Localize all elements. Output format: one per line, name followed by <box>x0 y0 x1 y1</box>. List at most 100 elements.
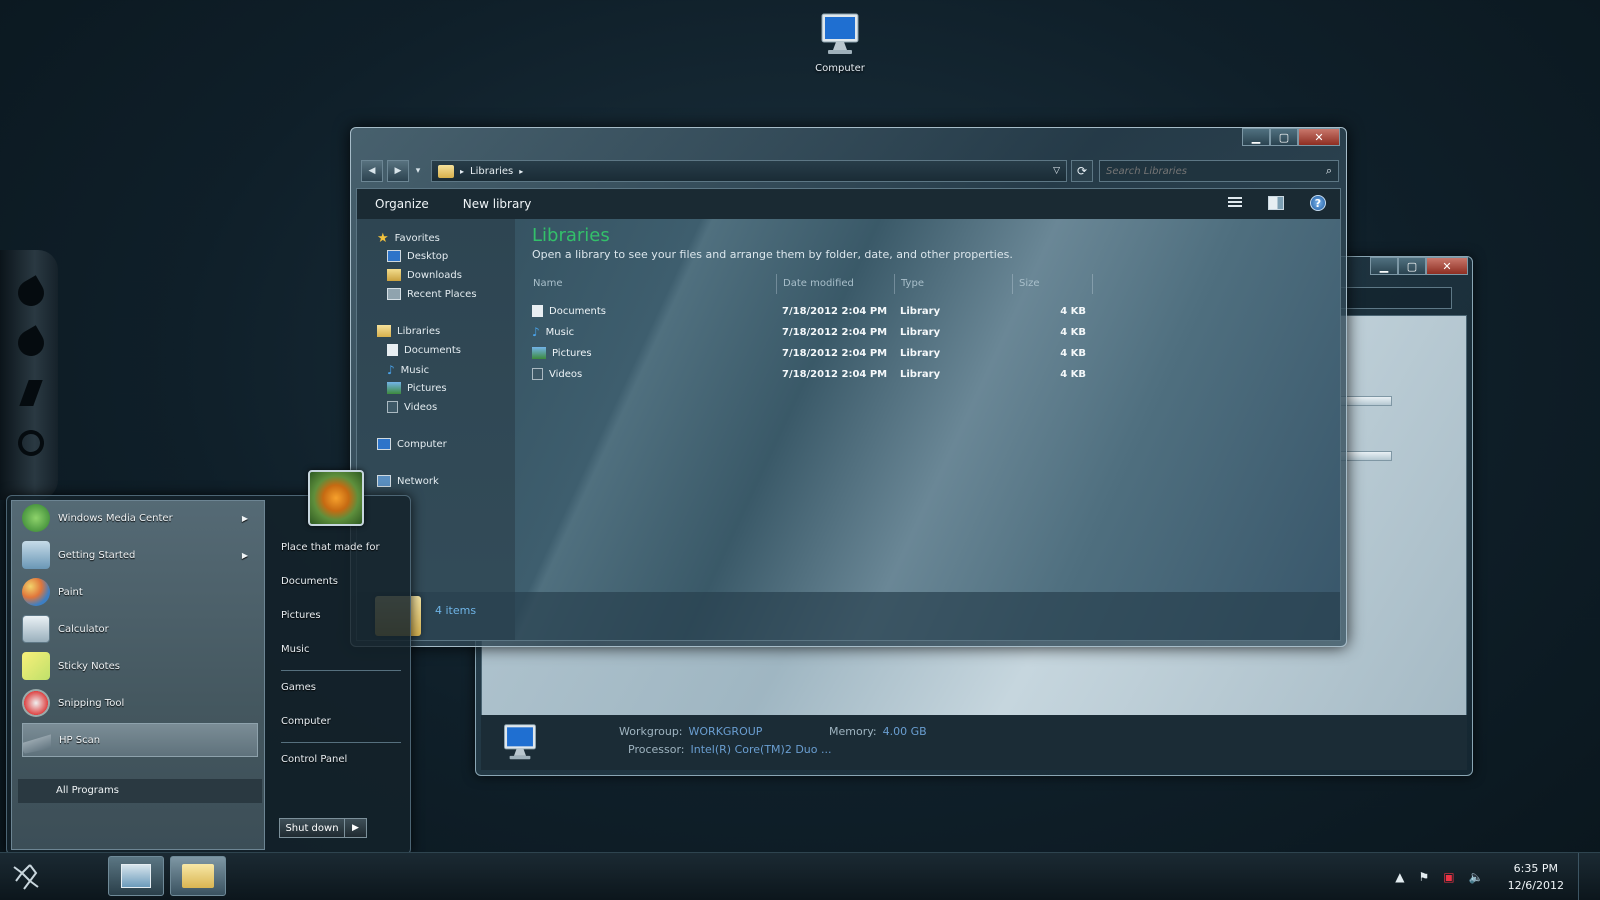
change-view-icon[interactable] <box>1228 197 1242 209</box>
close-button[interactable]: ✕ <box>1298 128 1340 146</box>
file-row[interactable]: Documents 7/18/2012 2:04 PM Library 4 KB <box>532 302 1086 320</box>
nav-documents[interactable]: Documents <box>387 344 461 356</box>
program-paint[interactable]: Paint <box>22 575 258 609</box>
system-tray: ▲ ⚑ ▣ 🔈 6:35 PM 12/6/2012 <box>1395 853 1600 900</box>
place-documents[interactable]: Documents <box>281 576 338 587</box>
organize-button[interactable]: Organize <box>375 197 429 211</box>
taskbar-explorer[interactable] <box>170 856 226 896</box>
breadcrumb-libraries[interactable]: Libraries <box>470 166 513 177</box>
explorer-folder-icon <box>182 864 214 888</box>
start-orb-icon[interactable] <box>8 859 44 895</box>
address-dropdown-icon[interactable]: ▽ <box>1053 166 1060 176</box>
nav-favorites-label: Favorites <box>394 233 440 244</box>
nav-pictures[interactable]: Pictures <box>387 382 447 394</box>
minimize-button[interactable]: ▁ <box>1242 128 1270 146</box>
search-icon[interactable]: ⌕ <box>1326 164 1332 178</box>
submenu-arrow-icon: ▶ <box>241 550 248 560</box>
maximize-button[interactable]: ▢ <box>1270 128 1298 146</box>
downloads-icon <box>387 269 401 281</box>
workgroup-value: WORKGROUP <box>688 725 763 738</box>
place-control-panel[interactable]: Control Panel <box>281 754 347 765</box>
breadcrumb-separator-icon: ▸ <box>460 166 465 176</box>
file-type: Library <box>900 326 941 338</box>
show-hidden-icons-icon[interactable]: ▲ <box>1395 870 1404 884</box>
nav-videos[interactable]: Videos <box>387 401 437 413</box>
close-button[interactable]: ✕ <box>1426 257 1468 275</box>
file-row[interactable]: Videos 7/18/2012 2:04 PM Library 4 KB <box>532 365 1086 383</box>
workgroup-info: Workgroup: WORKGROUP <box>619 725 762 738</box>
libraries-folder-icon <box>438 164 454 178</box>
file-row[interactable]: Pictures 7/18/2012 2:04 PM Library 4 KB <box>532 344 1086 362</box>
processor-value: Intel(R) Core(TM)2 Duo ... <box>690 743 832 756</box>
program-snipping-tool[interactable]: Snipping Tool <box>22 686 258 720</box>
sidebar-gadget <box>0 250 58 500</box>
star-icon: ★ <box>377 231 389 246</box>
file-row[interactable]: ♪ Music 7/18/2012 2:04 PM Library 4 KB <box>532 323 1086 341</box>
nav-computer[interactable]: Computer <box>377 438 447 450</box>
minimize-button[interactable]: ▁ <box>1370 257 1398 275</box>
nav-downloads[interactable]: Downloads <box>387 269 462 281</box>
program-calculator[interactable]: Calculator <box>22 612 258 646</box>
volume-icon[interactable]: 🔈 <box>1469 870 1484 884</box>
program-sticky-notes[interactable]: Sticky Notes <box>22 649 258 683</box>
column-type[interactable]: Type <box>895 274 1013 294</box>
start-menu-places: Place that made for Documents Pictures M… <box>269 500 407 850</box>
search-input[interactable] <box>1106 165 1306 177</box>
maximize-button[interactable]: ▢ <box>1398 257 1426 275</box>
program-getting-started[interactable]: Getting Started ▶ <box>22 538 258 572</box>
column-date-modified[interactable]: Date modified <box>777 274 895 294</box>
gadget-ring-icon <box>13 425 49 461</box>
all-programs-button[interactable]: All Programs <box>18 779 262 803</box>
action-center-flag-icon[interactable]: ⚑ <box>1419 870 1430 884</box>
help-icon[interactable]: ? <box>1310 195 1326 211</box>
nav-libraries[interactable]: Libraries <box>377 325 440 337</box>
system-info-bar: Workgroup: WORKGROUP Memory: 4.00 GB Proce… <box>481 715 1467 770</box>
breadcrumb-chevron-icon[interactable]: ▸ <box>519 167 523 176</box>
file-date: 7/18/2012 2:04 PM <box>782 326 888 338</box>
user-avatar[interactable] <box>308 470 364 526</box>
new-library-button[interactable]: New library <box>463 197 532 211</box>
program-hp-scan[interactable]: HP Scan <box>22 723 258 757</box>
nav-desktop[interactable]: Desktop <box>387 250 448 262</box>
nav-network[interactable]: Network <box>377 475 439 487</box>
computer-icon <box>504 724 536 760</box>
program-label: Getting Started <box>58 549 136 561</box>
column-name[interactable]: Name <box>527 274 777 294</box>
back-button[interactable]: ◀ <box>361 160 383 182</box>
window-controls: ▁ ▢ ✕ <box>1242 128 1340 146</box>
shutdown-options-arrow-icon[interactable]: ▶ <box>345 818 367 838</box>
file-size: 4 KB <box>1060 368 1086 380</box>
refresh-button[interactable]: ⟳ <box>1071 160 1093 182</box>
place-computer[interactable]: Computer <box>281 716 331 727</box>
shutdown-button[interactable]: Shut down <box>279 818 345 838</box>
clock[interactable]: 6:35 PM 12/6/2012 <box>1508 860 1564 894</box>
videos-icon <box>532 368 543 380</box>
recent-pages-button[interactable]: ▾ <box>411 160 425 182</box>
place-games[interactable]: Games <box>281 682 316 693</box>
desktop-computer-icon[interactable]: Computer <box>800 12 880 74</box>
workgroup-label: Workgroup: <box>619 725 683 738</box>
start-menu-programs: Windows Media Center ▶ Getting Started ▶… <box>11 500 265 850</box>
search-box[interactable]: ⌕ <box>1099 160 1339 182</box>
control-panel-icon <box>121 864 151 888</box>
show-desktop-button[interactable] <box>1578 853 1588 900</box>
item-count: 4 items <box>435 604 477 617</box>
libraries-window[interactable]: ▁ ▢ ✕ ◀ ▶ ▾ ▸ Libraries ▸ ▽ ⟳ ⌕ Organize… <box>350 127 1347 647</box>
nav-music[interactable]: ♪ Music <box>387 363 429 377</box>
address-bar[interactable]: ▸ Libraries ▸ ▽ <box>431 160 1067 182</box>
place-music[interactable]: Music <box>281 644 309 655</box>
column-size[interactable]: Size <box>1013 274 1093 294</box>
program-windows-media-center[interactable]: Windows Media Center ▶ <box>22 501 258 535</box>
file-name: Documents <box>549 305 607 317</box>
network-icon <box>377 475 391 487</box>
forward-button[interactable]: ▶ <box>387 160 409 182</box>
place-user[interactable]: Place that made for <box>281 542 380 553</box>
network-status-icon[interactable]: ▣ <box>1443 870 1454 884</box>
column-headers: Name Date modified Type Size <box>527 274 1340 294</box>
nav-recent-places[interactable]: Recent Places <box>387 288 477 300</box>
place-pictures[interactable]: Pictures <box>281 610 321 621</box>
preview-pane-icon[interactable] <box>1268 196 1284 210</box>
toolbar-right: ? <box>1228 195 1326 211</box>
taskbar-control-panel[interactable] <box>108 856 164 896</box>
nav-favorites[interactable]: ★ Favorites <box>377 231 440 246</box>
